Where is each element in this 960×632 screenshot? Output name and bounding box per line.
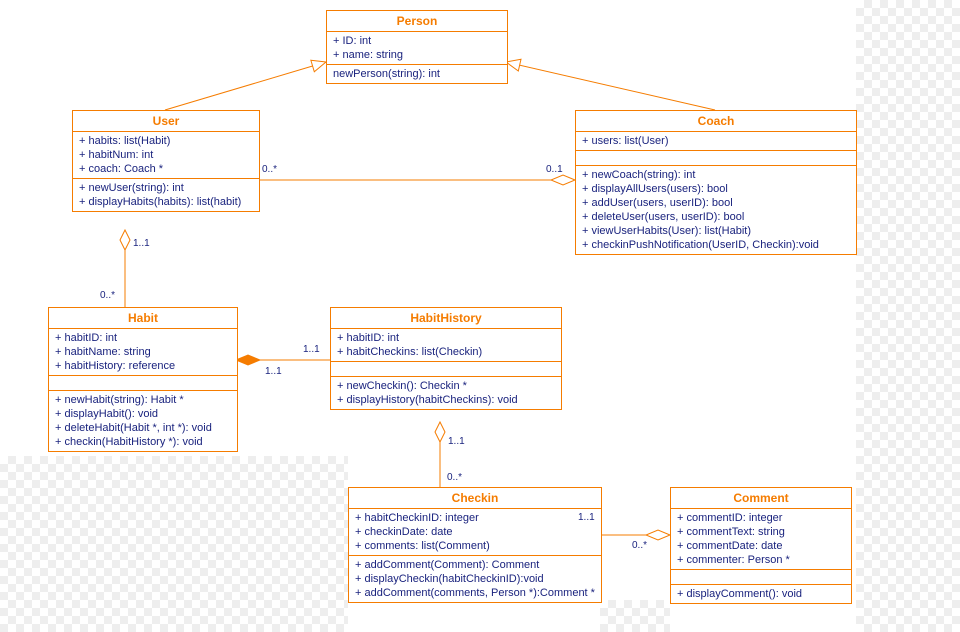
mult-label: 0..* xyxy=(100,290,115,301)
attr: + commentText: string xyxy=(677,525,845,539)
method: + displayComment(): void xyxy=(677,587,845,601)
attributes: + habitID: int + habitName: string + hab… xyxy=(49,329,237,376)
mult-label: 0..* xyxy=(632,540,647,551)
method: + newCoach(string): int xyxy=(582,168,850,182)
method: + addComment(Comment): Comment xyxy=(355,558,595,572)
mult-label: 1..1 xyxy=(448,436,465,447)
method: + displayHistory(habitCheckins): void xyxy=(337,393,555,407)
methods: + newCoach(string): int + displayAllUser… xyxy=(576,166,856,254)
attributes: + commentID: integer + commentText: stri… xyxy=(671,509,851,570)
attr: + commentID: integer xyxy=(677,511,845,525)
attr: + habitNum: int xyxy=(79,148,253,162)
method: + displayHabit(): void xyxy=(55,407,231,421)
method: + newCheckin(): Checkin * xyxy=(337,379,555,393)
attr: + checkinDate: date xyxy=(355,525,595,539)
methods: + addComment(Comment): Comment + display… xyxy=(349,556,601,602)
methods: + newCheckin(): Checkin * + displayHisto… xyxy=(331,377,561,409)
methods: newPerson(string): int xyxy=(327,65,507,83)
class-user[interactable]: User + habits: list(Habit) + habitNum: i… xyxy=(72,110,260,212)
mult-label: 1..1 xyxy=(265,366,282,377)
mult-label: 0..* xyxy=(447,472,462,483)
method: + deleteHabit(Habit *, int *): void xyxy=(55,421,231,435)
diamond-coach-user xyxy=(551,175,575,185)
empty-section xyxy=(331,362,561,377)
diamond-checkin-comment xyxy=(646,530,670,540)
attr: + coach: Coach * xyxy=(79,162,253,176)
class-habithistory[interactable]: HabitHistory + habitID: int + habitCheck… xyxy=(330,307,562,410)
attributes: + habitID: int + habitCheckins: list(Che… xyxy=(331,329,561,362)
attributes: + habits: list(Habit) + habitNum: int + … xyxy=(73,132,259,179)
methods: + newHabit(string): Habit * + displayHab… xyxy=(49,391,237,451)
method: + addUser(users, userID): bool xyxy=(582,196,850,210)
class-title: Checkin xyxy=(349,488,601,509)
uml-diagram-canvas: Person + ID: int + name: string newPerso… xyxy=(0,0,960,632)
transparency-right xyxy=(856,0,960,632)
mult-label: 0..1 xyxy=(546,164,563,175)
method: + displayHabits(habits): list(habit) xyxy=(79,195,253,209)
class-title: Person xyxy=(327,11,507,32)
empty-section xyxy=(576,151,856,166)
methods: + newUser(string): int + displayHabits(h… xyxy=(73,179,259,211)
class-title: HabitHistory xyxy=(331,308,561,329)
class-title: Coach xyxy=(576,111,856,132)
attributes: + habitCheckinID: integer + checkinDate:… xyxy=(349,509,601,556)
class-checkin[interactable]: Checkin + habitCheckinID: integer + chec… xyxy=(348,487,602,603)
diamond-user-habit xyxy=(120,230,130,250)
attr: + habitHistory: reference xyxy=(55,359,231,373)
edge-user-person xyxy=(165,62,326,110)
method: + checkinPushNotification(UserID, Checki… xyxy=(582,238,850,252)
attr: + habitID: int xyxy=(55,331,231,345)
attr: + habitCheckins: list(Checkin) xyxy=(337,345,555,359)
mult-label: 0..* xyxy=(262,164,277,175)
attr: + habitName: string xyxy=(55,345,231,359)
mult-label: 1..1 xyxy=(303,344,320,355)
class-coach[interactable]: Coach + users: list(User) + newCoach(str… xyxy=(575,110,857,255)
edge-coach-person xyxy=(506,62,715,110)
class-title: Comment xyxy=(671,488,851,509)
methods: + displayComment(): void xyxy=(671,585,851,603)
transparency-gap xyxy=(600,600,670,632)
method: + checkin(HabitHistory *): void xyxy=(55,435,231,449)
class-comment[interactable]: Comment + commentID: integer + commentTe… xyxy=(670,487,852,604)
method: + deleteUser(users, userID): bool xyxy=(582,210,850,224)
attr: + name: string xyxy=(333,48,501,62)
diamond-habit-hh xyxy=(236,355,260,365)
method: newPerson(string): int xyxy=(333,67,501,81)
attr: + ID: int xyxy=(333,34,501,48)
method: + addComment(comments, Person *):Comment… xyxy=(355,586,595,600)
diamond-hh-checkin xyxy=(435,422,445,442)
class-title: Habit xyxy=(49,308,237,329)
attr: + habitCheckinID: integer xyxy=(355,511,595,525)
attr: + habits: list(Habit) xyxy=(79,134,253,148)
empty-section xyxy=(671,570,851,585)
empty-section xyxy=(49,376,237,391)
method: + displayAllUsers(users): bool xyxy=(582,182,850,196)
attr: + comments: list(Comment) xyxy=(355,539,595,553)
attributes: + users: list(User) xyxy=(576,132,856,151)
mult-label: 1..1 xyxy=(133,238,150,249)
method: + viewUserHabits(User): list(Habit) xyxy=(582,224,850,238)
method: + newUser(string): int xyxy=(79,181,253,195)
method: + displayCheckin(habitCheckinID):void xyxy=(355,572,595,586)
attr: + commenter: Person * xyxy=(677,553,845,567)
class-person[interactable]: Person + ID: int + name: string newPerso… xyxy=(326,10,508,84)
transparency-bottom-left xyxy=(0,456,348,632)
attr: + users: list(User) xyxy=(582,134,850,148)
attr: + habitID: int xyxy=(337,331,555,345)
attributes: + ID: int + name: string xyxy=(327,32,507,65)
class-habit[interactable]: Habit + habitID: int + habitName: string… xyxy=(48,307,238,452)
attr: + commentDate: date xyxy=(677,539,845,553)
class-title: User xyxy=(73,111,259,132)
method: + newHabit(string): Habit * xyxy=(55,393,231,407)
mult-label: 1..1 xyxy=(578,512,595,523)
